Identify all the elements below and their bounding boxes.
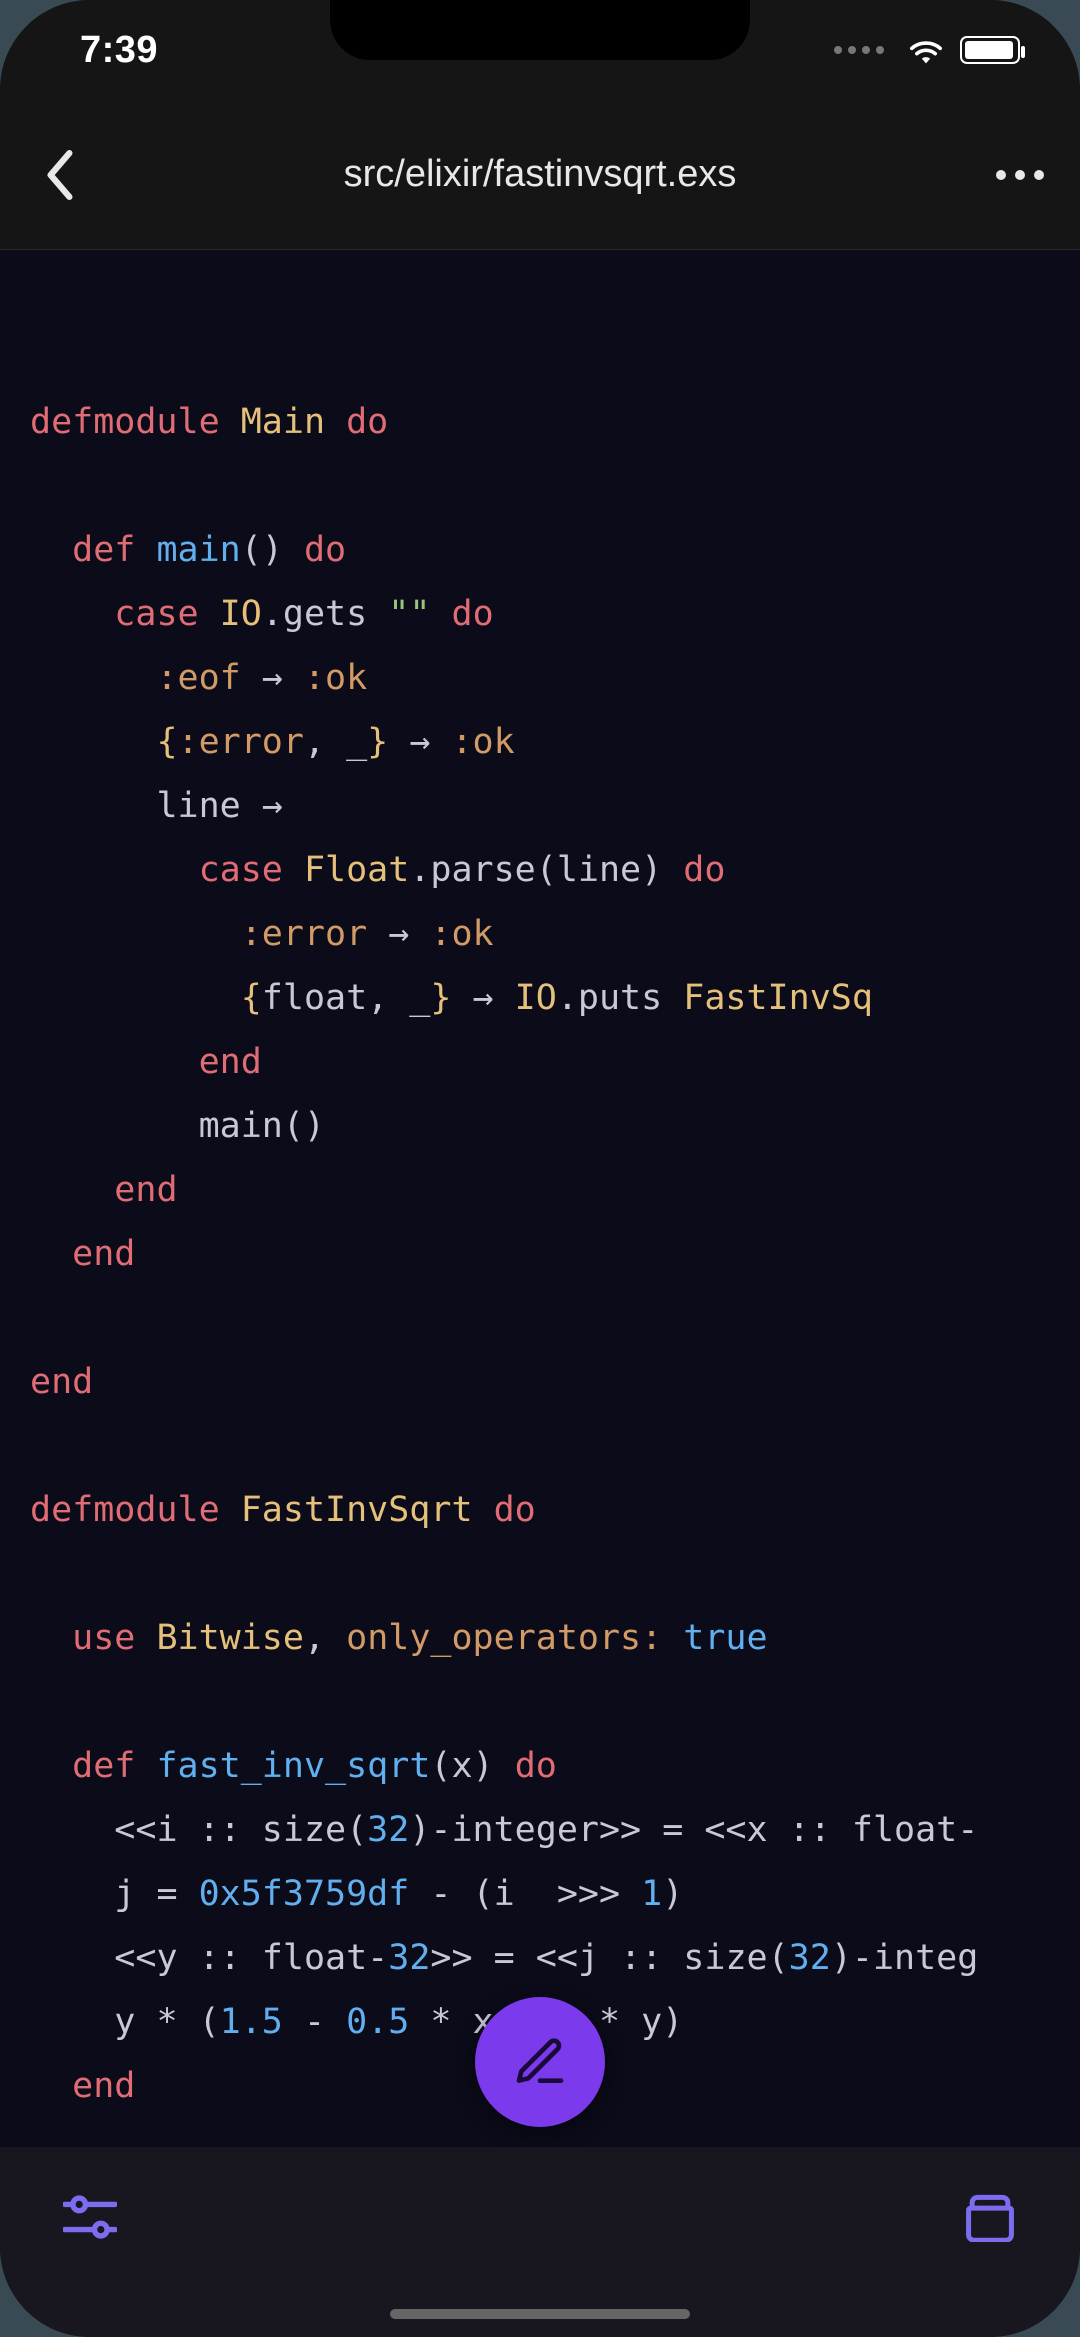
code-editor[interactable]: defmodule Main do def main() do case IO.… <box>0 250 1080 2147</box>
archive-button[interactable] <box>960 2187 1020 2247</box>
home-indicator[interactable] <box>390 2309 690 2319</box>
code-content: defmodule Main do def main() do case IO.… <box>30 390 1050 2147</box>
sliders-icon <box>63 2193 117 2241</box>
more-button[interactable] <box>990 145 1050 205</box>
nav-bar: src/elixir/fastinvsqrt.exs <box>0 100 1080 250</box>
edit-fab-button[interactable] <box>475 1997 605 2127</box>
battery-icon <box>960 36 1020 64</box>
file-path-title: src/elixir/fastinvsqrt.exs <box>90 153 990 196</box>
archive-box-icon <box>963 2192 1017 2242</box>
back-button[interactable] <box>30 145 90 205</box>
settings-sliders-button[interactable] <box>60 2187 120 2247</box>
status-time: 7:39 <box>80 29 158 72</box>
status-right <box>834 35 1020 65</box>
edit-icon <box>512 2034 568 2090</box>
cellular-dots-icon <box>834 46 884 54</box>
phone-frame: 7:39 src/elixir/fastinvsqrt.exs <box>0 0 1080 2337</box>
notch <box>330 0 750 60</box>
wifi-icon <box>906 35 946 65</box>
